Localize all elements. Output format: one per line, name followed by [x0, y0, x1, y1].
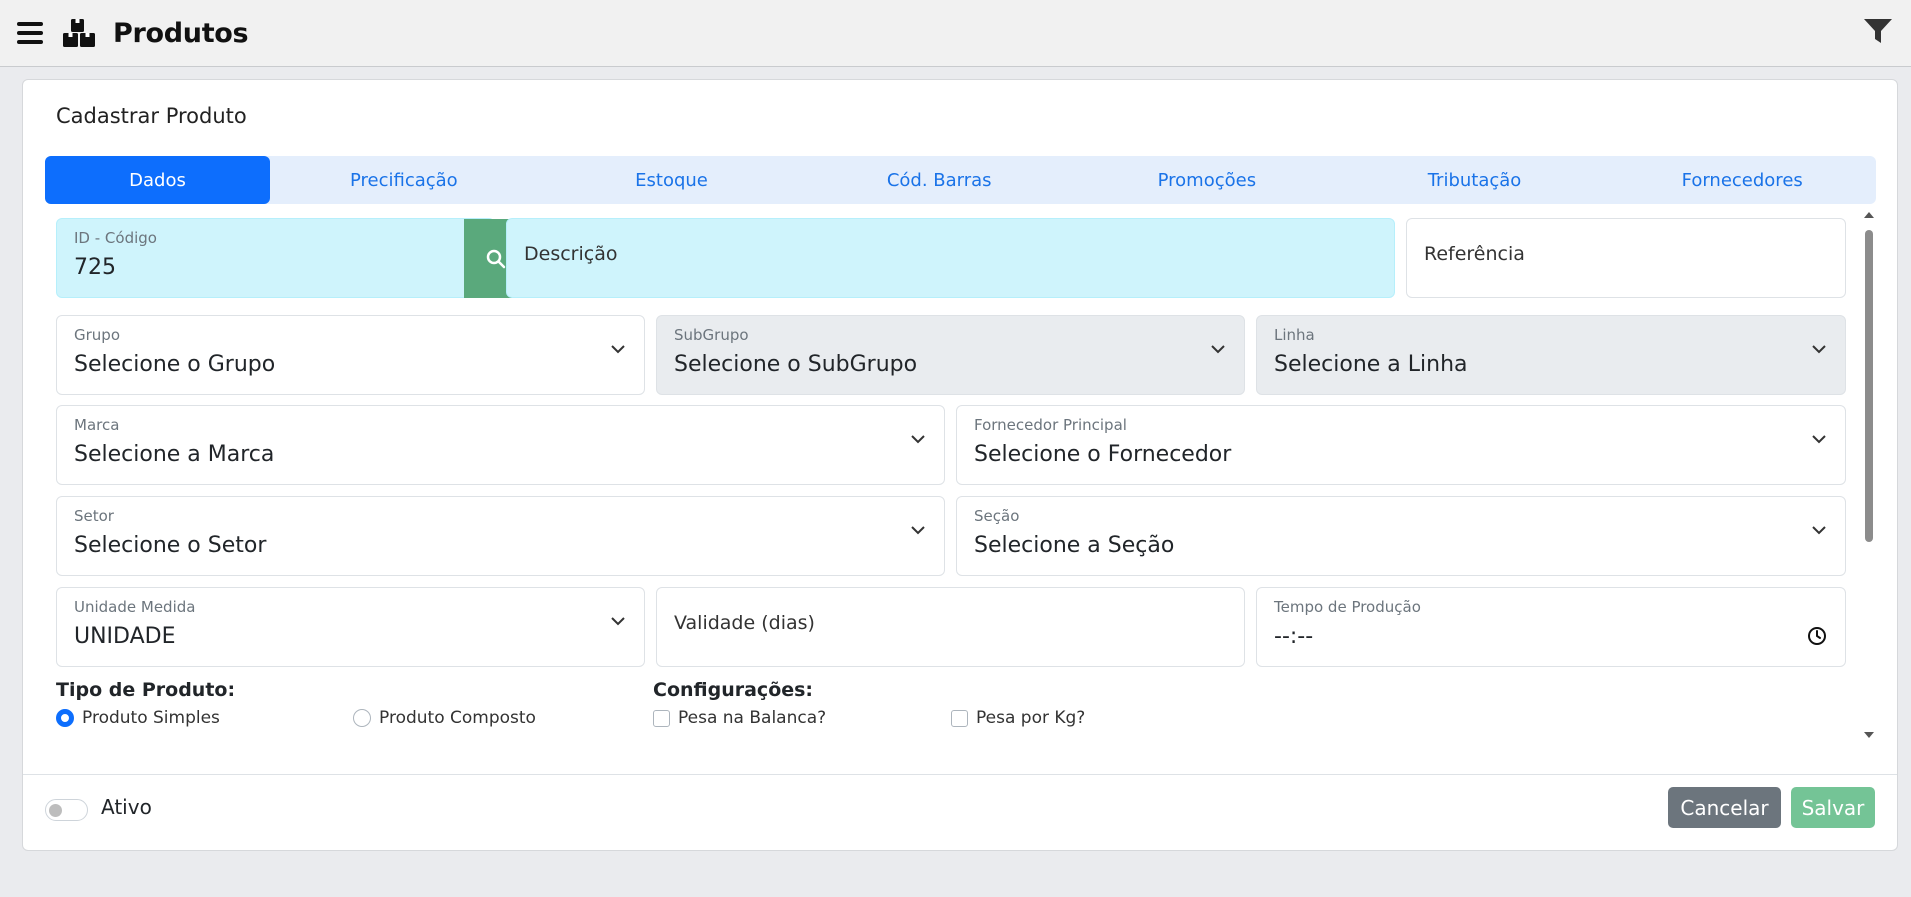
- setor-label: Setor: [74, 507, 114, 525]
- id-codigo-field[interactable]: ID - Código 725: [56, 218, 528, 298]
- checkbox-pesa-balanca[interactable]: Pesa na Balanca?: [653, 708, 826, 728]
- tab-fornecedores[interactable]: Fornecedores: [1608, 156, 1876, 204]
- cancel-button[interactable]: Cancelar: [1668, 787, 1781, 828]
- unidade-value: UNIDADE: [74, 624, 176, 649]
- scrollbar-thumb[interactable]: [1865, 230, 1873, 542]
- fornecedor-select[interactable]: Fornecedor Principal Selecione o Fornece…: [956, 405, 1846, 485]
- product-form-card: Cadastrar Produto Dados Precificação Est…: [22, 79, 1898, 851]
- linha-select[interactable]: Linha Selecione a Linha: [1256, 315, 1846, 395]
- top-bar: Produtos: [0, 0, 1911, 67]
- configuracoes-label: Configurações:: [653, 679, 814, 701]
- subgrupo-value: Selecione o SubGrupo: [674, 352, 918, 377]
- tempo-label: Tempo de Produção: [1274, 598, 1421, 616]
- referencia-input[interactable]: Referência: [1406, 218, 1846, 298]
- toggle-knob: [49, 804, 62, 817]
- save-button[interactable]: Salvar: [1791, 787, 1875, 828]
- secao-select[interactable]: Seção Selecione a Seção: [956, 496, 1846, 576]
- chevron-down-icon: [1812, 435, 1826, 444]
- id-codigo-value[interactable]: 725: [74, 255, 116, 280]
- grupo-value: Selecione o Grupo: [74, 352, 276, 377]
- radio-label: Produto Composto: [379, 708, 536, 728]
- chevron-down-icon: [911, 435, 925, 444]
- id-codigo-label: ID - Código: [74, 229, 157, 247]
- validade-placeholder: Validade (dias): [674, 612, 815, 634]
- scroll-up-icon[interactable]: [1863, 210, 1875, 220]
- tab-estoque[interactable]: Estoque: [538, 156, 806, 204]
- marca-value: Selecione a Marca: [74, 442, 275, 467]
- radio-produto-composto[interactable]: Produto Composto: [353, 708, 536, 728]
- descricao-input[interactable]: Descrição: [506, 218, 1395, 298]
- page-title: Produtos: [113, 17, 249, 49]
- search-icon: [486, 249, 506, 268]
- unidade-select[interactable]: Unidade Medida UNIDADE: [56, 587, 645, 667]
- form-footer: Ativo Cancelar Salvar: [23, 774, 1897, 850]
- fornecedor-value: Selecione o Fornecedor: [974, 442, 1232, 467]
- form-area: ID - Código 725 Descrição Referência Gru…: [23, 210, 1897, 730]
- checkbox-label: Pesa na Balanca?: [678, 708, 827, 728]
- setor-select[interactable]: Setor Selecione o Setor: [56, 496, 945, 576]
- chevron-down-icon: [911, 526, 925, 535]
- clock-icon[interactable]: [1807, 626, 1827, 646]
- radio-button[interactable]: [56, 709, 74, 727]
- chevron-down-icon: [1211, 345, 1225, 354]
- tab-tributacao[interactable]: Tributação: [1341, 156, 1609, 204]
- card-title: Cadastrar Produto: [56, 104, 247, 128]
- checkbox[interactable]: [653, 709, 670, 727]
- tab-dados[interactable]: Dados: [45, 156, 270, 204]
- referencia-placeholder: Referência: [1424, 243, 1525, 265]
- fornecedor-label: Fornecedor Principal: [974, 416, 1127, 434]
- tab-precificacao[interactable]: Precificação: [270, 156, 538, 204]
- chevron-down-icon: [611, 345, 625, 354]
- form-scrollbar[interactable]: [1863, 210, 1875, 740]
- subgrupo-select[interactable]: SubGrupo Selecione o SubGrupo: [656, 315, 1245, 395]
- chevron-down-icon: [1812, 526, 1826, 535]
- subgrupo-label: SubGrupo: [674, 326, 749, 344]
- radio-button[interactable]: [353, 709, 371, 727]
- checkbox-label: Pesa por Kg?: [976, 708, 1086, 728]
- linha-value: Selecione a Linha: [1274, 352, 1468, 377]
- unidade-label: Unidade Medida: [74, 598, 196, 616]
- setor-value: Selecione o Setor: [74, 533, 267, 558]
- scroll-down-icon[interactable]: [1863, 730, 1875, 740]
- radio-produto-simples[interactable]: Produto Simples: [56, 708, 220, 728]
- chevron-down-icon: [611, 617, 625, 626]
- secao-label: Seção: [974, 507, 1020, 525]
- marca-label: Marca: [74, 416, 120, 434]
- chevron-down-icon: [1812, 345, 1826, 354]
- tempo-producao-input[interactable]: Tempo de Produção --:--: [1256, 587, 1846, 667]
- checkbox-pesa-kg[interactable]: Pesa por Kg?: [951, 708, 1085, 728]
- tab-promocoes[interactable]: Promoções: [1073, 156, 1341, 204]
- tipo-produto-label: Tipo de Produto:: [56, 679, 236, 701]
- ativo-toggle[interactable]: [45, 799, 88, 821]
- ativo-label: Ativo: [101, 795, 152, 819]
- checkbox[interactable]: [951, 709, 968, 727]
- grupo-select[interactable]: Grupo Selecione o Grupo: [56, 315, 645, 395]
- grupo-label: Grupo: [74, 326, 120, 344]
- tab-bar: Dados Precificação Estoque Cód. Barras P…: [45, 156, 1876, 204]
- boxes-icon: [63, 19, 95, 47]
- marca-select[interactable]: Marca Selecione a Marca: [56, 405, 945, 485]
- validade-input[interactable]: Validade (dias): [656, 587, 1245, 667]
- filter-icon[interactable]: [1863, 17, 1893, 45]
- radio-label: Produto Simples: [82, 708, 220, 728]
- hamburger-icon[interactable]: [17, 22, 43, 44]
- linha-label: Linha: [1274, 326, 1315, 344]
- tab-cod-barras[interactable]: Cód. Barras: [805, 156, 1073, 204]
- secao-value: Selecione a Seção: [974, 533, 1175, 558]
- tempo-value: --:--: [1274, 624, 1314, 649]
- descricao-placeholder: Descrição: [524, 243, 618, 265]
